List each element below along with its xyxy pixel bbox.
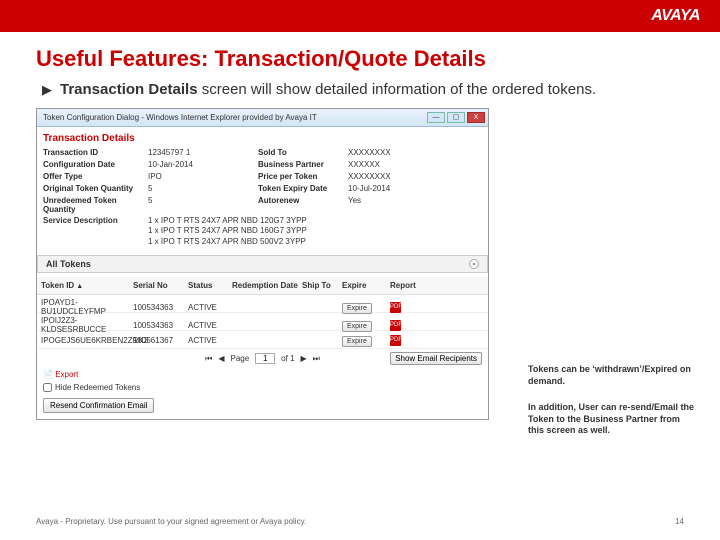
details-grid: Transaction ID 12345797 1 Sold To XXXXXX…	[43, 148, 482, 214]
export-link[interactable]: 📄 Export	[43, 370, 78, 379]
slide-title: Useful Features: Transaction/Quote Detai…	[36, 46, 684, 72]
brand-logo: AVAYA	[651, 7, 700, 25]
col-status[interactable]: Status	[188, 281, 232, 290]
cell-token-id: IPOIJ2Z3-KLDSESRBUCCE	[41, 316, 133, 334]
token-expiry-value: 10-Jul-2014	[348, 184, 458, 193]
sort-asc-icon: ▲	[76, 283, 83, 290]
cell-serial: 100534363	[133, 303, 188, 312]
cell-serial: 100534363	[133, 321, 188, 330]
business-partner-label: Business Partner	[258, 160, 348, 169]
footer-text: Avaya - Proprietary. Use pursuant to you…	[36, 517, 306, 526]
pager: ⏮ ◀ Page of 1 ▶ ⏭ Show Email Recipients	[43, 353, 482, 364]
cell-serial: 100561367	[133, 336, 188, 345]
autorenew-label: Autorenew	[258, 196, 348, 214]
price-per-token-label: Price per Token	[258, 172, 348, 181]
price-per-token-value: XXXXXXXX	[348, 172, 458, 181]
maximize-button[interactable]: ▢	[447, 112, 465, 123]
bullet-text: Transaction Details screen will show det…	[60, 80, 596, 100]
col-serial[interactable]: Serial No	[133, 281, 188, 290]
cell-status: ACTIVE	[188, 336, 232, 345]
pager-prev-icon[interactable]: ◀	[218, 354, 224, 363]
page-number: 14	[675, 517, 684, 526]
pager-of-label: of 1	[281, 354, 294, 363]
cell-token-id: IPOAYD1-BU1UDCLEYFMP	[41, 298, 133, 316]
pdf-icon[interactable]: PDF	[390, 302, 401, 313]
col-token-id[interactable]: Token ID▲	[41, 281, 133, 290]
callout-expire: Tokens can be ‘withdrawn’/Expired on dem…	[528, 364, 698, 387]
autorenew-value: Yes	[348, 196, 458, 214]
expire-button[interactable]: Expire	[342, 303, 372, 314]
col-report[interactable]: Report	[390, 281, 430, 290]
pdf-icon[interactable]: PDF	[390, 335, 401, 346]
slide-footer: Avaya - Proprietary. Use pursuant to you…	[36, 517, 684, 526]
pager-next-icon[interactable]: ▶	[301, 354, 307, 363]
window-titlebar: Token Configuration Dialog - Windows Int…	[37, 109, 488, 127]
callout-resend: In addition, User can re-send/Email the …	[528, 402, 698, 437]
pager-last-icon[interactable]: ⏭	[313, 354, 320, 364]
all-tokens-bar[interactable]: All Tokens -	[37, 255, 488, 273]
service-desc-lines: 1 x IPO T RTS 24X7 APR NBD 120G7 3YPP 1 …	[148, 216, 482, 247]
config-date-value: 10-Jan-2014	[148, 160, 258, 169]
offer-type-value: IPO	[148, 172, 258, 181]
unredeemed-qty-label: Unredeemed Token Quantity	[43, 196, 148, 214]
service-line: 1 x IPO T RTS 24X7 APR NBD 120G7 3YPP	[148, 216, 482, 226]
cell-status: ACTIVE	[188, 321, 232, 330]
pager-first-icon[interactable]: ⏮	[205, 354, 212, 364]
transaction-id-value: 12345797 1	[148, 148, 258, 157]
sold-to-label: Sold To	[258, 148, 348, 157]
orig-token-qty-label: Original Token Quantity	[43, 184, 148, 193]
window-title: Token Configuration Dialog - Windows Int…	[43, 113, 317, 122]
minimize-button[interactable]: —	[427, 112, 445, 123]
bullet-item: ▶ Transaction Details screen will show d…	[42, 80, 684, 100]
orig-token-qty-value: 5	[148, 184, 258, 193]
table-row: IPOAYD1-BU1UDCLEYFMP 100534363 ACTIVE Ex…	[37, 295, 488, 313]
transaction-id-label: Transaction ID	[43, 148, 148, 157]
table-header-row: Token ID▲ Serial No Status Redemption Da…	[37, 277, 488, 295]
hide-redeemed-label: Hide Redeemed Tokens	[55, 383, 140, 392]
cell-status: ACTIVE	[188, 303, 232, 312]
triangle-right-icon: ▶	[42, 80, 52, 100]
service-line: 1 x IPO T RTS 24X7 APR NBD 500V2 3YPP	[148, 237, 482, 247]
show-email-recipients-button[interactable]: Show Email Recipients	[390, 352, 482, 365]
offer-type-label: Offer Type	[43, 172, 148, 181]
pdf-icon[interactable]: PDF	[390, 320, 401, 331]
col-shipto[interactable]: Ship To	[302, 281, 342, 290]
resend-confirmation-button[interactable]: Resend Confirmation Email	[43, 398, 154, 413]
embedded-window: Token Configuration Dialog - Windows Int…	[36, 108, 489, 420]
col-expire[interactable]: Expire	[342, 281, 390, 290]
table-row: IPOIJ2Z3-KLDSESRBUCCE 100534363 ACTIVE E…	[37, 313, 488, 331]
collapse-icon[interactable]: -	[469, 259, 479, 269]
hide-redeemed-checkbox[interactable]	[43, 383, 52, 392]
business-partner-value: XXXXXX	[348, 160, 458, 169]
cell-token-id: IPOGEJS6UE6KRBEN2ZRK3	[41, 336, 133, 345]
brand-topbar: AVAYA	[0, 0, 720, 32]
unredeemed-qty-value: 5	[148, 196, 258, 214]
close-button[interactable]: X	[467, 112, 485, 123]
all-tokens-label: All Tokens	[46, 259, 91, 269]
expire-button[interactable]: Expire	[342, 321, 372, 332]
sold-to-value: XXXXXXXX	[348, 148, 458, 157]
panel-heading: Transaction Details	[43, 133, 482, 144]
pager-page-input[interactable]	[255, 353, 275, 364]
service-line: 1 x IPO T RTS 24X7 APR NBD 160G7 3YPP	[148, 226, 482, 236]
col-redemption[interactable]: Redemption Date	[232, 281, 302, 290]
pager-page-label: Page	[230, 354, 249, 363]
expire-button[interactable]: Expire	[342, 336, 372, 347]
service-description: Service Description 1 x IPO T RTS 24X7 A…	[43, 216, 482, 247]
token-expiry-label: Token Expiry Date	[258, 184, 348, 193]
config-date-label: Configuration Date	[43, 160, 148, 169]
service-desc-label: Service Description	[43, 216, 148, 247]
